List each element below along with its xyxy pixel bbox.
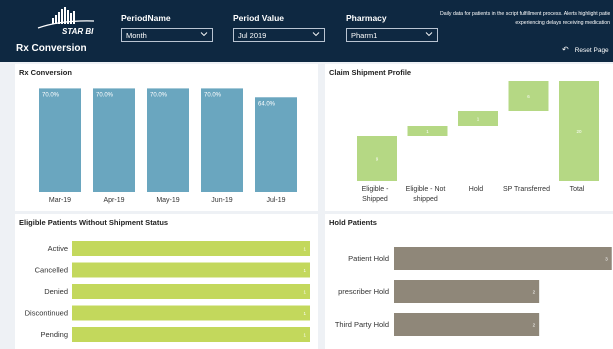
rx-conversion-panel: Rx Conversion 70.0% Mar-19 70.0% Apr-19 70.0… <box>15 64 318 211</box>
bar-value-label: 70.0% <box>204 92 222 98</box>
dropdown-value: Pharm1 <box>351 31 378 40</box>
filter-label: PeriodName <box>121 13 171 23</box>
filter-period-value: Period Value Jul 2019 <box>233 13 325 42</box>
filter-label: Period Value <box>233 13 285 23</box>
bar <box>39 88 81 192</box>
y-tick-label: Patient Hold <box>348 254 389 263</box>
info-line: experiencing delays receiving medication <box>515 20 610 26</box>
x-tick-label: Apr-19 <box>103 197 124 204</box>
filter-period-name: PeriodName Month <box>121 13 213 42</box>
bar <box>72 305 310 321</box>
x-tick-label: SP Transferred <box>503 186 550 193</box>
x-tick-label: Jun-19 <box>211 197 233 204</box>
bar <box>147 88 189 192</box>
x-tick-label: Mar-19 <box>49 197 71 204</box>
claim-shipment-chart: 9Eligible -Shipped1Eligible - Notshipped… <box>357 81 599 203</box>
bar <box>394 247 612 270</box>
period-name-dropdown[interactable]: Month <box>121 28 213 42</box>
star-bi-logo: STAR BI <box>28 6 98 36</box>
reset-icon: ↶ <box>562 45 569 54</box>
eligible-without-status-chart: Active 1Cancelled 1Denied 1Discontinued 1Pen… <box>25 241 310 342</box>
x-tick-label: Hold <box>469 186 484 193</box>
y-tick-label: Third Party Hold <box>335 320 389 329</box>
eligible-without-status-panel: Eligible Patients Without Shipment Statu… <box>15 214 318 349</box>
bar <box>72 262 310 278</box>
reset-page-button[interactable]: ↶ Reset Page <box>562 45 609 54</box>
x-tick-label: Shipped <box>362 196 388 203</box>
chevron-down-icon <box>312 32 320 37</box>
hold-patients-panel: Hold Patients Patient Hold 3 prescriber Ho… <box>325 214 613 349</box>
dropdown-value: Jul 2019 <box>238 31 267 40</box>
x-tick-label: Eligible - <box>362 186 390 193</box>
hold-patients-chart: Patient Hold 3prescriber Hold 2Third Party… <box>335 247 612 336</box>
bar <box>255 97 297 192</box>
y-tick-label: Cancelled <box>35 266 68 275</box>
y-tick-label: Pending <box>40 330 68 339</box>
chevron-down-icon <box>425 32 433 37</box>
bar-value-label: 70.0% <box>96 92 114 98</box>
filter-pharmacy: Pharmacy Pharm1 <box>346 13 438 42</box>
y-tick-label: prescriber Hold <box>338 287 389 296</box>
header-bar: STAR BI Rx Conversion PeriodName Month P… <box>0 0 613 62</box>
info-line: Daily data for patients in the script fu… <box>440 11 610 17</box>
reset-label: Reset Page <box>574 47 609 54</box>
bar <box>201 88 243 192</box>
rx-conversion-chart: 70.0% Mar-19 70.0% Apr-19 70.0% May-19 70.0% Ju… <box>39 88 297 204</box>
bar-value-label: 20 <box>576 129 582 134</box>
bar <box>394 313 540 336</box>
filter-label: Pharmacy <box>346 13 387 23</box>
claim-shipment-panel: Claim Shipment Profile 9 Eligible - Shippe… <box>325 64 613 211</box>
x-tick-label: May-19 <box>156 197 179 204</box>
bar-value-label: 70.0% <box>42 92 60 98</box>
chevron-down-icon <box>200 32 208 37</box>
bar-value-label: 64.0% <box>258 101 276 107</box>
bar <box>394 280 540 303</box>
y-tick-label: Discontinued <box>25 309 68 318</box>
dropdown-value: Month <box>126 31 147 40</box>
bar <box>72 327 310 342</box>
y-tick-label: Active <box>48 244 68 253</box>
bar <box>72 241 310 256</box>
x-tick-label: shipped <box>413 196 438 203</box>
app-title: Rx Conversion <box>16 43 87 54</box>
bar-value-label: 70.0% <box>150 92 168 98</box>
bar <box>93 88 135 192</box>
x-tick-label: Eligible - Not <box>406 186 446 193</box>
x-tick-label: Jul-19 <box>266 197 285 204</box>
info-description: Daily data for patients in the script fu… <box>440 10 610 28</box>
pharmacy-dropdown[interactable]: Pharm1 <box>346 28 438 42</box>
y-tick-label: Denied <box>44 287 68 296</box>
period-value-dropdown[interactable]: Jul 2019 <box>233 28 325 42</box>
x-tick-label: Total <box>570 186 585 193</box>
logo-brand-text: STAR BI <box>62 27 94 36</box>
bar <box>72 284 310 299</box>
